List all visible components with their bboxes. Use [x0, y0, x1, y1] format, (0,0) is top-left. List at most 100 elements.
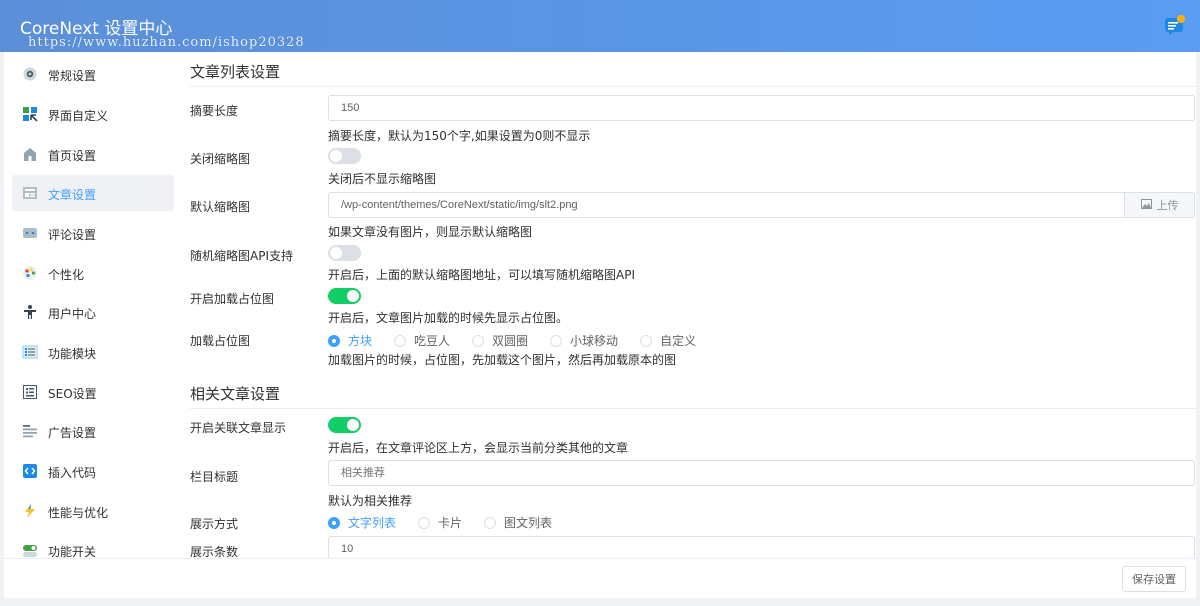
related-enable-switch[interactable]: [328, 417, 361, 433]
radio-option[interactable]: 卡片: [418, 514, 462, 531]
home-icon: [22, 146, 38, 162]
upload-label: 上传: [1156, 199, 1179, 212]
excerpt-length-help: 摘要长度，默认为150个字,如果设置为0则不显示: [328, 129, 591, 143]
sidebar-item-home[interactable]: 首页设置: [12, 136, 174, 172]
sidebar-item-label: 性能与优化: [48, 506, 109, 520]
random-thumbnail-api-help: 开启后，上面的默认缩略图地址，可以填写随机缩略图API: [328, 268, 635, 282]
settings-panel: 文章列表设置 摘要长度 摘要长度，默认为150个字,如果设置为0则不显示 关闭缩…: [178, 52, 1196, 558]
sidebar-item-label: 广告设置: [48, 426, 97, 440]
palette-icon: [22, 265, 38, 281]
close-thumbnail-switch[interactable]: [328, 148, 361, 164]
radio-option[interactable]: 自定义: [640, 332, 696, 349]
excerpt-length-input[interactable]: [328, 95, 1195, 121]
related-enable-help: 开启后，在文章评论区上方，会显示当前分类其他的文章: [328, 441, 629, 455]
sidebar-item-article[interactable]: 文章设置: [12, 175, 174, 211]
comment-icon: [22, 225, 38, 241]
column-title-label: 栏目标题: [190, 470, 239, 484]
sidebar-item-label: 用户中心: [48, 307, 97, 321]
display-count-input[interactable]: [328, 536, 1195, 558]
toggle-icon: [22, 542, 38, 558]
sidebar-item-label: 功能模块: [48, 347, 97, 361]
radio-option[interactable]: 小球移动: [550, 332, 618, 349]
sidebar-item-ads[interactable]: 广告设置: [12, 413, 174, 449]
column-title-input[interactable]: [328, 460, 1195, 486]
display-mode-radio-group: 文字列表 卡片 图文列表: [328, 514, 574, 531]
display-mode-label: 展示方式: [190, 517, 239, 531]
radio-dot: [484, 516, 497, 529]
sidebar-item-performance[interactable]: 性能与优化: [12, 493, 174, 529]
radio-dot: [328, 516, 340, 529]
code-icon: [22, 463, 38, 479]
save-button[interactable]: 保存设置: [1122, 566, 1186, 592]
loading-placeholder-help: 开启后，文章图片加载的时候先显示占位图。: [328, 311, 569, 325]
sidebar-item-general[interactable]: 常规设置: [12, 56, 174, 92]
list-icon: [22, 344, 38, 360]
placeholder-type-help: 加载图片的时候，占位图，先加载这个图片，然后再加载原本的图: [328, 353, 677, 367]
sidebar-item-comment[interactable]: 评论设置: [12, 215, 174, 251]
radio-dot: [418, 516, 431, 529]
sidebar-item-label: 界面自定义: [48, 109, 109, 123]
sidebar-item-seo[interactable]: SEO设置: [12, 374, 174, 410]
sidebar-item-label: 插入代码: [48, 466, 97, 480]
sidebar: 常规设置 界面自定义 首页设置 文章设置 评论设置 个性化 用户中心 功能模块 …: [4, 52, 178, 558]
default-thumbnail-help: 如果文章没有图片，则显示默认缩略图: [328, 225, 533, 239]
ad-icon: [22, 423, 38, 439]
section-divider: [190, 408, 1196, 409]
related-enable-label: 开启关联文章显示: [190, 421, 287, 435]
section-divider: [190, 86, 1196, 87]
default-thumbnail-input[interactable]: [328, 192, 1125, 218]
switch-knob: [347, 290, 359, 302]
loading-placeholder-switch[interactable]: [328, 288, 361, 304]
section-title-related: 相关文章设置: [190, 385, 281, 403]
sidebar-item-label: 首页设置: [48, 149, 97, 163]
sidebar-item-label: 个性化: [48, 268, 85, 282]
radio-dot: [394, 334, 407, 347]
placeholder-type-radio-group: 方块 吃豆人 双圆圈 小球移动 自定义: [328, 332, 718, 349]
random-thumbnail-api-switch[interactable]: [328, 245, 361, 261]
sidebar-item-label: 评论设置: [48, 228, 97, 242]
display-count-label: 展示条数: [190, 545, 239, 558]
section-title-article-list: 文章列表设置: [190, 63, 281, 81]
close-thumbnail-help: 关闭后不显示缩略图: [328, 172, 437, 186]
gear-icon: [22, 66, 38, 82]
switch-knob: [330, 150, 342, 162]
footer-bar: 保存设置: [4, 558, 1196, 598]
column-title-help: 默认为相关推荐: [328, 494, 413, 508]
image-icon: [1140, 198, 1152, 212]
radio-dot: [472, 334, 485, 347]
sidebar-item-label: 功能开关: [48, 545, 97, 558]
watermark-url: https://www.huzhan.com/ishop20328: [28, 35, 305, 50]
switch-knob: [330, 247, 342, 259]
sidebar-item-modules[interactable]: 功能模块: [12, 334, 174, 370]
article-icon: [22, 185, 38, 201]
lightning-icon: [22, 503, 38, 519]
app-header: CoreNext 设置中心 https://www.huzhan.com/ish…: [0, 0, 1200, 52]
radio-option[interactable]: 吃豆人: [394, 332, 450, 349]
upload-button[interactable]: 上传: [1125, 192, 1195, 218]
switch-knob: [347, 419, 359, 431]
layout-grid-icon: [22, 106, 38, 122]
sidebar-item-feature-switch[interactable]: 功能开关: [12, 532, 174, 558]
sidebar-item-ui-custom[interactable]: 界面自定义: [12, 96, 174, 132]
default-thumbnail-label: 默认缩略图: [190, 200, 251, 214]
sidebar-item-insert-code[interactable]: 插入代码: [12, 453, 174, 489]
user-icon: [22, 304, 38, 320]
random-thumbnail-api-label: 随机缩略图API支持: [190, 249, 293, 263]
loading-placeholder-label: 开启加载占位图: [190, 292, 275, 306]
radio-option[interactable]: 文字列表: [328, 514, 396, 531]
placeholder-type-label: 加载占位图: [190, 334, 251, 348]
radio-dot: [328, 334, 340, 347]
radio-option[interactable]: 方块: [328, 332, 372, 349]
radio-dot: [550, 334, 563, 347]
sidebar-item-label: 常规设置: [48, 69, 97, 83]
sidebar-item-label: 文章设置: [48, 188, 97, 202]
notification-list-icon[interactable]: [1164, 14, 1186, 36]
sidebar-item-personalize[interactable]: 个性化: [12, 255, 174, 291]
excerpt-length-label: 摘要长度: [190, 104, 239, 118]
close-thumbnail-label: 关闭缩略图: [190, 152, 251, 166]
sidebar-item-user-center[interactable]: 用户中心: [12, 294, 174, 330]
radio-option[interactable]: 双圆圈: [472, 332, 528, 349]
radio-option[interactable]: 图文列表: [484, 514, 552, 531]
seo-icon: [22, 384, 38, 400]
radio-dot: [640, 334, 653, 347]
